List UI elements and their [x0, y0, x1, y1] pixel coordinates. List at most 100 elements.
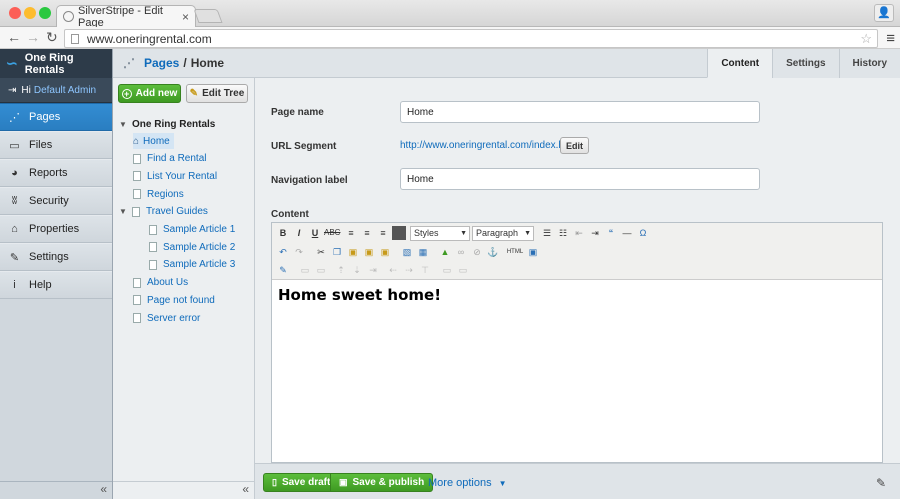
tree-node[interactable]: Sample Article 1	[149, 222, 235, 238]
save-draft-button[interactable]: ▯ Save draft	[263, 473, 340, 492]
merge-cells-icon[interactable]: ▭	[456, 263, 470, 277]
underline-icon[interactable]: U	[308, 226, 322, 240]
unlink-icon[interactable]: ⊘	[470, 245, 484, 259]
special-char-icon[interactable]: Ω	[636, 226, 650, 240]
horizontal-rule-icon[interactable]: —	[620, 226, 634, 240]
reload-icon[interactable]: ↻	[46, 29, 58, 46]
bookmark-star-icon[interactable]: ☆	[860, 31, 872, 47]
maximize-window-button[interactable]	[39, 7, 51, 19]
more-options-menu[interactable]: More options ▼	[428, 477, 507, 489]
fullscreen-icon[interactable]: ▣	[526, 245, 540, 259]
back-icon[interactable]: ←	[7, 29, 21, 45]
preview-edit-icon[interactable]: ✎	[876, 476, 886, 490]
save-publish-button[interactable]: ▣ Save & publish	[330, 473, 434, 492]
edit-url-button[interactable]: Edit	[560, 137, 589, 154]
collapse-tree-button[interactable]: «	[113, 481, 254, 499]
bold-icon[interactable]: B	[276, 226, 290, 240]
insert-media-icon[interactable]: ▧	[400, 245, 414, 259]
breadcrumb-pages-link[interactable]: Pages	[144, 56, 179, 70]
paste-word-icon[interactable]: ▣	[378, 245, 392, 259]
menu-item-pages[interactable]: ⋰ Pages	[0, 103, 112, 131]
tree-node[interactable]: Regions	[133, 186, 184, 202]
menu-item-help[interactable]: i Help	[0, 271, 112, 299]
cut-icon[interactable]: ✂	[314, 245, 328, 259]
edit-tree-button[interactable]: ✎ Edit Tree	[186, 84, 248, 103]
tab-content[interactable]: Content	[707, 49, 773, 78]
col-before-icon[interactable]: ⇠	[386, 263, 400, 277]
delete-row-icon[interactable]: ⇥	[366, 263, 380, 277]
profile-icon[interactable]: 👤	[874, 4, 894, 22]
insert-image-icon[interactable]: ▲	[438, 245, 452, 259]
col-after-icon[interactable]: ⇢	[402, 263, 416, 277]
tree-root[interactable]: ▼ One Ring Rentals	[119, 116, 215, 132]
tree-node[interactable]: Find a Rental	[133, 151, 206, 167]
menu-item-settings[interactable]: ✎ Settings	[0, 243, 112, 271]
tab-history[interactable]: History	[838, 49, 900, 78]
tree-node[interactable]: About Us	[133, 275, 188, 291]
table-props-icon[interactable]: ▭	[298, 263, 312, 277]
format-select[interactable]: Paragraph ▼	[472, 226, 534, 241]
bullet-list-icon[interactable]: ☰	[540, 226, 554, 240]
editor-body[interactable]: Home sweet home!	[272, 280, 882, 310]
split-cells-icon[interactable]: ▭	[440, 263, 454, 277]
forward-icon[interactable]: →	[26, 29, 40, 45]
align-left-icon[interactable]: ≡	[344, 226, 358, 240]
styles-select[interactable]: Styles ▼	[410, 226, 470, 241]
navigation-label-input[interactable]: Home	[400, 168, 760, 190]
paste-icon[interactable]: ▣	[346, 245, 360, 259]
delete-col-icon[interactable]: ⊤	[418, 263, 432, 277]
tree-node[interactable]: Sample Article 3	[149, 257, 235, 273]
undo-icon[interactable]: ↶	[276, 245, 290, 259]
more-options-label: More options	[428, 477, 492, 489]
collapse-menu-button[interactable]: «	[0, 481, 112, 499]
close-tab-icon[interactable]: ×	[182, 10, 189, 24]
indent-icon[interactable]: ⇥	[588, 226, 602, 240]
tree-node[interactable]: List Your Rental	[133, 168, 217, 184]
cms-brand[interactable]: ∽ One Ring Rentals	[0, 49, 112, 78]
menu-item-security[interactable]: ʬ Security	[0, 187, 112, 215]
tab-settings[interactable]: Settings	[772, 49, 839, 78]
align-center-icon[interactable]: ≡	[360, 226, 374, 240]
address-bar[interactable]: www.oneringrental.com ☆	[64, 29, 878, 48]
row-before-icon[interactable]: ⇡	[334, 263, 348, 277]
close-window-button[interactable]	[9, 7, 21, 19]
document-icon: ▯	[272, 477, 277, 487]
expand-toggle-icon[interactable]: ▼	[119, 207, 129, 216]
align-right-icon[interactable]: ≡	[376, 226, 390, 240]
strikethrough-icon[interactable]: ABC	[324, 226, 340, 240]
tree-node[interactable]: Sample Article 2	[149, 239, 235, 255]
browser-tab[interactable]: SilverStripe - Edit Page ×	[56, 4, 196, 29]
cell-props-icon[interactable]: ▭	[314, 263, 328, 277]
menu-item-files[interactable]: ▭ Files	[0, 131, 112, 159]
spellcheck-icon[interactable]: ✎	[276, 263, 290, 277]
copy-icon[interactable]: ❐	[330, 245, 344, 259]
blockquote-icon[interactable]: “	[604, 226, 618, 240]
tab-title: SilverStripe - Edit Page	[78, 4, 163, 29]
minimize-window-button[interactable]	[24, 7, 36, 19]
row-after-icon[interactable]: ⇣	[350, 263, 364, 277]
outdent-icon[interactable]: ⇤	[572, 226, 586, 240]
tree-node[interactable]: Server error	[133, 310, 200, 326]
menu-item-properties[interactable]: ⌂ Properties	[0, 215, 112, 243]
anchor-icon[interactable]: ⚓	[486, 245, 500, 259]
numbered-list-icon[interactable]: ☷	[556, 226, 570, 240]
tree-node[interactable]: ▼ Travel Guides	[119, 204, 208, 220]
menu-item-reports[interactable]: ◕ Reports	[0, 159, 112, 187]
html-source-icon[interactable]: HTML	[506, 245, 524, 259]
paste-text-icon[interactable]: ▣	[362, 245, 376, 259]
redo-icon[interactable]: ↷	[292, 245, 306, 259]
new-tab-button[interactable]	[193, 9, 223, 23]
logout-icon[interactable]: ⇥	[8, 85, 16, 96]
italic-icon[interactable]: I	[292, 226, 306, 240]
insert-table-icon[interactable]: ▦	[416, 245, 430, 259]
tree-node[interactable]: Page not found	[133, 292, 215, 308]
expand-toggle-icon[interactable]: ▼	[119, 120, 129, 129]
user-profile-link[interactable]: Default Admin	[34, 85, 96, 96]
page-name-input[interactable]: Home	[400, 101, 760, 123]
link-icon[interactable]: ∞	[454, 245, 468, 259]
tree-node[interactable]: ⌂ Home	[133, 133, 174, 149]
add-new-page-button[interactable]: + Add new	[118, 84, 181, 103]
breadcrumb-current: Home	[190, 56, 225, 70]
align-justify-icon[interactable]	[392, 226, 406, 240]
browser-menu-icon[interactable]: ≡	[886, 30, 895, 47]
